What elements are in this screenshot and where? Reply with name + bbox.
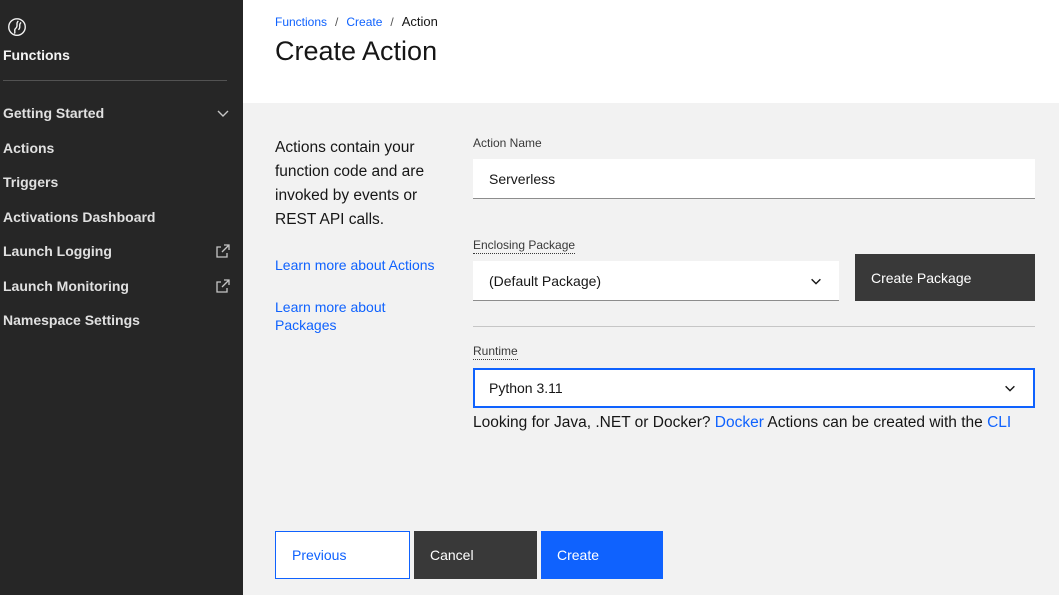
runtime-label: Runtime xyxy=(473,344,518,360)
sidebar-item-label: Launch Monitoring xyxy=(3,277,129,294)
runtime-select-value: Python 3.11 xyxy=(489,380,563,396)
launch-icon xyxy=(216,279,230,293)
breadcrumb-separator: / xyxy=(390,14,394,29)
info-panel: Actions contain your function code and a… xyxy=(275,136,455,232)
action-name-label: Action Name xyxy=(473,136,542,150)
sidebar: Functions Getting Started Actions Trigge… xyxy=(0,0,243,595)
sidebar-item-launch-logging[interactable]: Launch Logging xyxy=(0,234,243,269)
create-button[interactable]: Create xyxy=(541,531,663,579)
sidebar-item-launch-monitoring[interactable]: Launch Monitoring xyxy=(0,269,243,304)
form-divider xyxy=(473,326,1035,327)
chevron-down-icon xyxy=(811,278,821,285)
page-header: Functions / Create / Action Create Actio… xyxy=(243,0,1059,103)
sidebar-nav: Getting Started Actions Triggers Activat… xyxy=(0,96,243,338)
page-title: Create Action xyxy=(275,36,438,66)
sidebar-item-label: Actions xyxy=(3,139,55,156)
sidebar-item-getting-started[interactable]: Getting Started xyxy=(0,96,243,131)
cli-link[interactable]: CLI xyxy=(987,414,1011,431)
sidebar-item-label: Triggers xyxy=(3,174,59,191)
learn-more-actions-link[interactable]: Learn more about Actions xyxy=(275,256,455,274)
sidebar-item-label: Activations Dashboard xyxy=(3,208,156,225)
previous-button[interactable]: Previous xyxy=(275,531,410,579)
hint-middle: Actions can be created with the xyxy=(763,414,988,431)
learn-more-packages-link[interactable]: Learn more about Packages xyxy=(275,298,415,334)
docker-link[interactable]: Docker xyxy=(715,414,764,431)
info-description: Actions contain your function code and a… xyxy=(275,139,425,228)
sidebar-item-namespace-settings[interactable]: Namespace Settings xyxy=(0,303,243,338)
action-name-input[interactable] xyxy=(473,159,1035,199)
breadcrumb-functions[interactable]: Functions xyxy=(275,15,327,29)
sidebar-item-label: Getting Started xyxy=(3,105,105,122)
sidebar-item-triggers[interactable]: Triggers xyxy=(0,165,243,200)
hint-prefix: Looking for Java, .NET or Docker? xyxy=(473,414,715,431)
sidebar-title[interactable]: Functions xyxy=(3,47,70,63)
sidebar-item-actions[interactable]: Actions xyxy=(0,131,243,166)
chevron-down-icon xyxy=(1005,385,1015,392)
enclosing-package-label: Enclosing Package xyxy=(473,238,576,254)
create-package-button[interactable]: Create Package xyxy=(855,254,1035,301)
sidebar-item-activations-dashboard[interactable]: Activations Dashboard xyxy=(0,200,243,235)
cancel-button[interactable]: Cancel xyxy=(414,531,537,579)
sidebar-item-label: Launch Logging xyxy=(3,243,112,260)
launch-icon xyxy=(216,244,230,258)
sidebar-divider xyxy=(3,80,227,81)
package-select-value: (Default Package) xyxy=(489,272,602,289)
chevron-down-icon xyxy=(217,110,229,118)
runtime-hint: Looking for Java, .NET or Docker? Docker… xyxy=(473,414,1011,432)
breadcrumb: Functions / Create / Action xyxy=(275,14,438,29)
sidebar-item-label: Namespace Settings xyxy=(3,312,140,329)
breadcrumb-create[interactable]: Create xyxy=(346,15,382,29)
package-select[interactable]: (Default Package) xyxy=(473,261,839,301)
breadcrumb-separator: / xyxy=(335,14,339,29)
breadcrumb-current: Action xyxy=(401,14,438,29)
runtime-select[interactable]: Python 3.11 xyxy=(473,368,1035,408)
functions-icon xyxy=(8,18,26,36)
